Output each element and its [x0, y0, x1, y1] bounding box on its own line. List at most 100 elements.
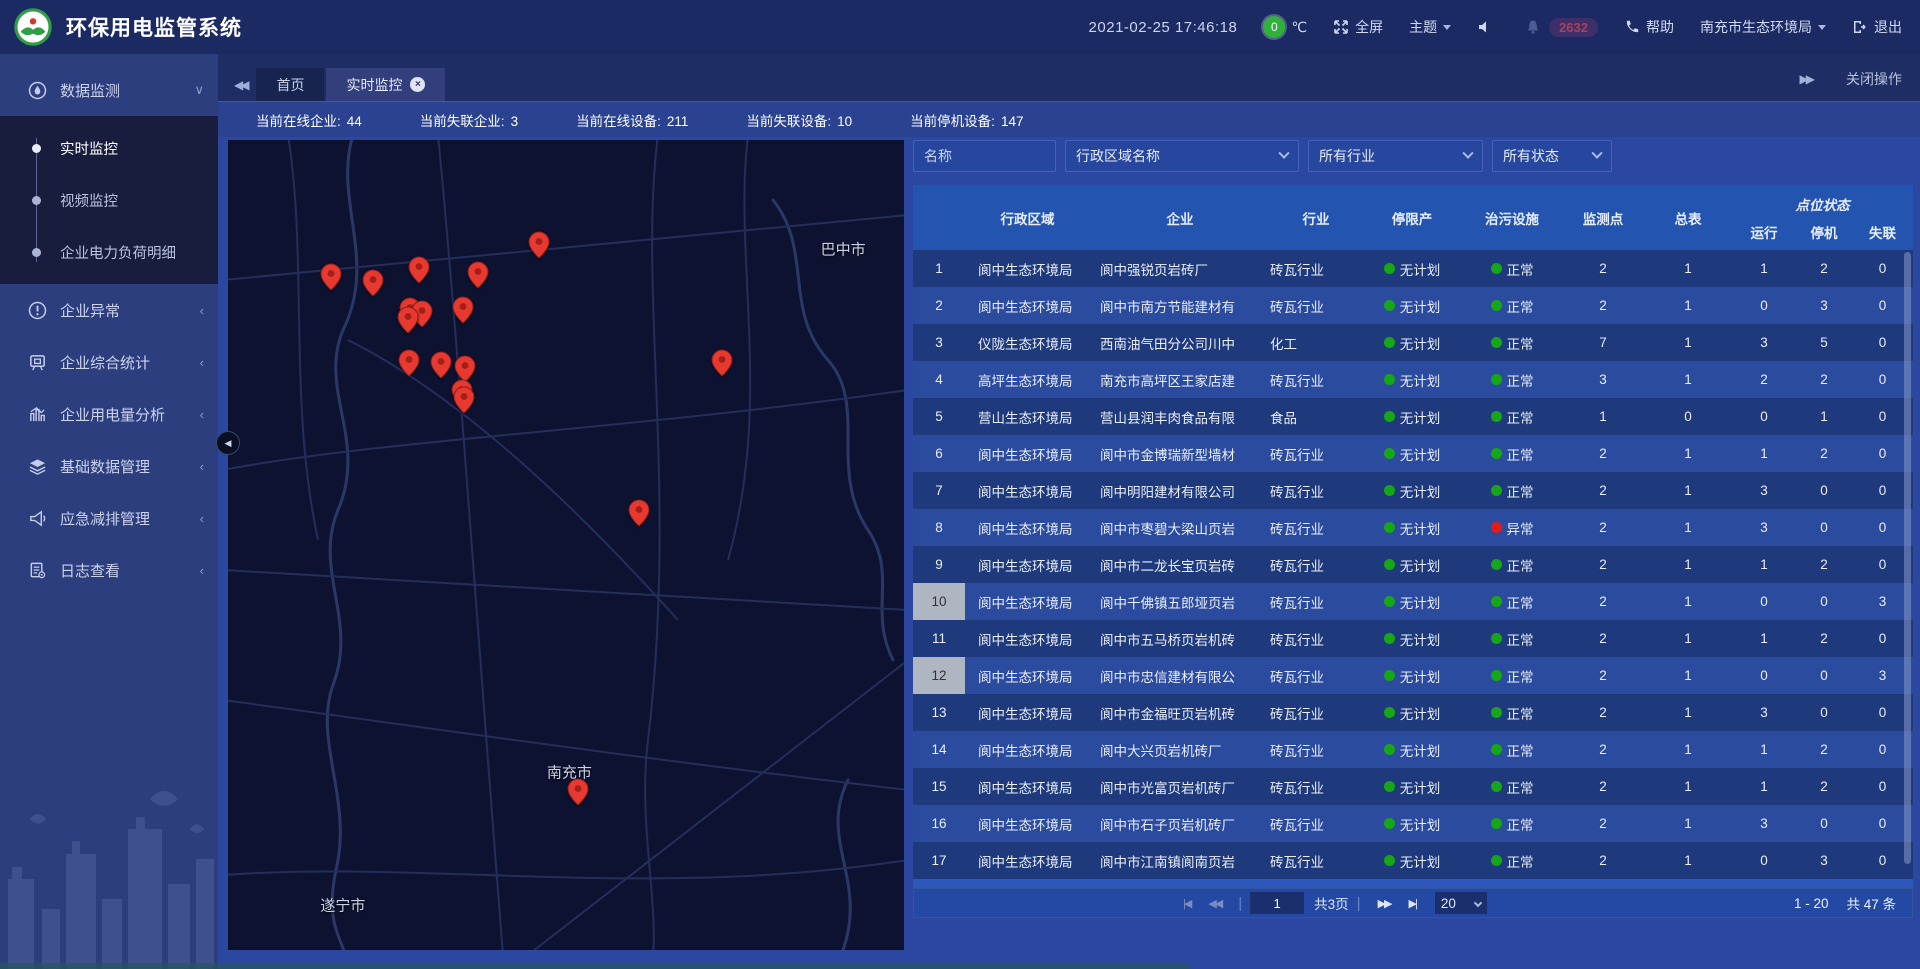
cell-points: 2: [1562, 705, 1644, 720]
cell-stop: 0: [1796, 483, 1852, 498]
tabs-scroll-left-button[interactable]: ◀◀: [228, 78, 256, 101]
table-row[interactable]: 18 南部生态环境局 南部县雄狮水泥有限公 砖瓦行业 无计划 正常 5 0 0 …: [913, 879, 1913, 888]
map-pin[interactable]: [453, 386, 475, 414]
table-row[interactable]: 2 阆中生态环境局 阆中市南方节能建材有 砖瓦行业 无计划 正常 2 1 0 3…: [913, 287, 1913, 324]
cell-meters: 1: [1644, 853, 1732, 868]
map-pin[interactable]: [397, 306, 419, 334]
cell-industry: 砖瓦行业: [1270, 740, 1362, 760]
industry-filter-select[interactable]: 所有行业: [1308, 140, 1483, 172]
tab-realtime-monitoring[interactable]: 实时监控 ×: [326, 68, 445, 101]
fullscreen-button[interactable]: 全屏: [1333, 17, 1383, 37]
map-pin[interactable]: [430, 351, 452, 379]
table-row[interactable]: 9 阆中生态环境局 阆中市二龙长宝页岩砖 砖瓦行业 无计划 正常 2 1 1 2…: [913, 546, 1913, 583]
table-row[interactable]: 5 营山生态环境局 营山县润丰肉食品有限 食品 无计划 正常 1 0 0 1 0: [913, 398, 1913, 435]
chevron-down-icon: [1462, 148, 1473, 159]
sidebar-item-power-load-detail[interactable]: 企业电力负荷明细: [0, 226, 218, 278]
chevron-left-icon: ‹: [200, 407, 204, 422]
cell-meters: 1: [1644, 742, 1732, 757]
chevron-down-icon: [1278, 148, 1289, 159]
sidebar-item-emission-management[interactable]: 应急减排管理 ‹: [0, 492, 218, 544]
pager-next-button[interactable]: ▶▶: [1378, 897, 1391, 910]
map-pin[interactable]: [452, 296, 474, 324]
top-header: 环保用电监管系统 2021-02-25 17:46:18 0 ℃ 全屏 主题: [0, 0, 1920, 54]
map-pin[interactable]: [567, 778, 589, 806]
cell-stop: 2: [1796, 779, 1852, 794]
total-pages-label: 共3页: [1314, 893, 1349, 913]
sidebar-item-company-anomaly[interactable]: 企业异常 ‹: [0, 284, 218, 336]
table-row[interactable]: 11 阆中生态环境局 阆中市五马桥页岩机砖 砖瓦行业 无计划 正常 2 1 1 …: [913, 620, 1913, 657]
table-row[interactable]: 8 阆中生态环境局 阆中市枣碧大梁山页岩 砖瓦行业 无计划 异常 2 1 3 0…: [913, 509, 1913, 546]
name-filter-input[interactable]: [924, 148, 1045, 164]
theme-menu[interactable]: 主题: [1409, 17, 1451, 37]
map-pin[interactable]: [362, 269, 384, 297]
table-row[interactable]: 14 阆中生态环境局 阆中大兴页岩机砖厂 砖瓦行业 无计划 正常 2 1 1 2…: [913, 731, 1913, 768]
sidebar-item-data-monitoring[interactable]: 数据监测 ∨: [0, 64, 218, 116]
page-number-input[interactable]: [1250, 892, 1304, 914]
map-pin[interactable]: [628, 499, 650, 527]
table-row[interactable]: 6 阆中生态环境局 阆中市金博瑞新型墙材 砖瓦行业 无计划 正常 2 1 1 2…: [913, 435, 1913, 472]
row-index: 8: [913, 509, 965, 546]
tabs-scroll-right-button[interactable]: ▶▶: [1800, 72, 1812, 86]
cell-points: 2: [1562, 483, 1644, 498]
cell-points: 2: [1562, 779, 1644, 794]
cell-treatment: 正常: [1462, 703, 1562, 723]
tab-home[interactable]: 首页: [256, 68, 324, 101]
status-filter-select[interactable]: 所有状态: [1492, 140, 1612, 172]
map-pin[interactable]: [528, 231, 550, 259]
name-filter[interactable]: [913, 140, 1056, 172]
table-row[interactable]: 10 阆中生态环境局 阆中千佛镇五郎垭页岩 砖瓦行业 无计划 正常 2 1 0 …: [913, 583, 1913, 620]
status-dot: [1491, 781, 1502, 792]
map-pin[interactable]: [467, 261, 489, 289]
pager-last-button[interactable]: ▶|: [1409, 897, 1416, 910]
map-pin[interactable]: [408, 256, 430, 284]
table-row[interactable]: 15 阆中生态环境局 阆中市光富页岩机砖厂 砖瓦行业 无计划 正常 2 1 1 …: [913, 768, 1913, 805]
sidebar-item-realtime-monitoring[interactable]: 实时监控: [0, 122, 218, 174]
status-dot: [1384, 855, 1395, 866]
page-size-select[interactable]: 20: [1435, 892, 1487, 914]
close-operations-button[interactable]: 关闭操作: [1846, 69, 1902, 89]
map-pin[interactable]: [398, 349, 420, 377]
table-row[interactable]: 16 阆中生态环境局 阆中市石子页岩机砖厂 砖瓦行业 无计划 正常 2 1 3 …: [913, 805, 1913, 842]
table-row[interactable]: 13 阆中生态环境局 阆中市金福旺页岩机砖 砖瓦行业 无计划 正常 2 1 3 …: [913, 694, 1913, 731]
table-row[interactable]: 12 阆中生态环境局 阆中市忠信建材有限公 砖瓦行业 无计划 正常 2 1 0 …: [913, 657, 1913, 694]
cell-stop: 0: [1796, 705, 1852, 720]
cell-points: 2: [1562, 668, 1644, 683]
cell-points: 2: [1562, 742, 1644, 757]
table-row[interactable]: 1 阆中生态环境局 阆中强锐页岩砖厂 砖瓦行业 无计划 正常 2 1 1 2 0: [913, 250, 1913, 287]
status-dot: [1384, 596, 1395, 607]
map-pin[interactable]: [711, 349, 733, 377]
map-canvas[interactable]: 巴中市 南充市 遂宁市: [228, 140, 904, 950]
cell-run: 3: [1732, 705, 1796, 720]
sidebar-item-company-statistics[interactable]: 企业综合统计 ‹: [0, 336, 218, 388]
sidebar-item-base-data[interactable]: 基础数据管理 ‹: [0, 440, 218, 492]
cell-company: 西南油气田分公司川中: [1090, 333, 1270, 353]
table-row[interactable]: 7 阆中生态环境局 阆中明阳建材有限公司 砖瓦行业 无计划 正常 2 1 3 0…: [913, 472, 1913, 509]
status-dot: [1491, 300, 1502, 311]
table-row[interactable]: 17 阆中生态环境局 阆中市江南镇阆南页岩 砖瓦行业 无计划 正常 2 1 0 …: [913, 842, 1913, 879]
pager-prev-button[interactable]: ◀◀: [1208, 897, 1221, 910]
sidebar-item-power-analysis[interactable]: 企业用电量分析 ‹: [0, 388, 218, 440]
sidebar-item-log-view[interactable]: 日志查看 ‹: [0, 544, 218, 596]
cell-stop: 2: [1796, 372, 1852, 387]
map-roads-layer: [228, 140, 904, 950]
close-icon[interactable]: ×: [410, 77, 425, 92]
sidebar-item-video-monitoring[interactable]: 视频监控: [0, 174, 218, 226]
chevron-left-icon: ‹: [200, 511, 204, 526]
sound-button[interactable]: [1477, 19, 1499, 35]
org-menu[interactable]: 南充市生态环境局: [1700, 17, 1826, 37]
cell-treatment: 正常: [1462, 259, 1562, 279]
logout-button[interactable]: 退出: [1852, 17, 1902, 37]
sidebar-collapse-handle[interactable]: ◀: [216, 431, 240, 455]
table-scrollbar[interactable]: [1904, 252, 1911, 864]
cell-company: 阆中大兴页岩机砖厂: [1090, 740, 1270, 760]
notifications-button[interactable]: 2632: [1525, 18, 1598, 37]
pager-first-button[interactable]: |◀: [1183, 897, 1190, 910]
cell-company: 阆中市枣碧大梁山页岩: [1090, 518, 1270, 538]
chevron-left-icon: ‹: [200, 303, 204, 318]
table-row[interactable]: 4 高坪生态环境局 南充市高坪区王家店建 砖瓦行业 无计划 正常 3 1 2 2…: [913, 361, 1913, 398]
status-dot: [1491, 633, 1502, 644]
table-row[interactable]: 3 仪陇生态环境局 西南油气田分公司川中 化工 无计划 正常 7 1 3 5 0: [913, 324, 1913, 361]
map-pin[interactable]: [320, 263, 342, 291]
help-button[interactable]: 帮助: [1624, 17, 1674, 37]
region-filter-select[interactable]: 行政区域名称: [1065, 140, 1299, 172]
